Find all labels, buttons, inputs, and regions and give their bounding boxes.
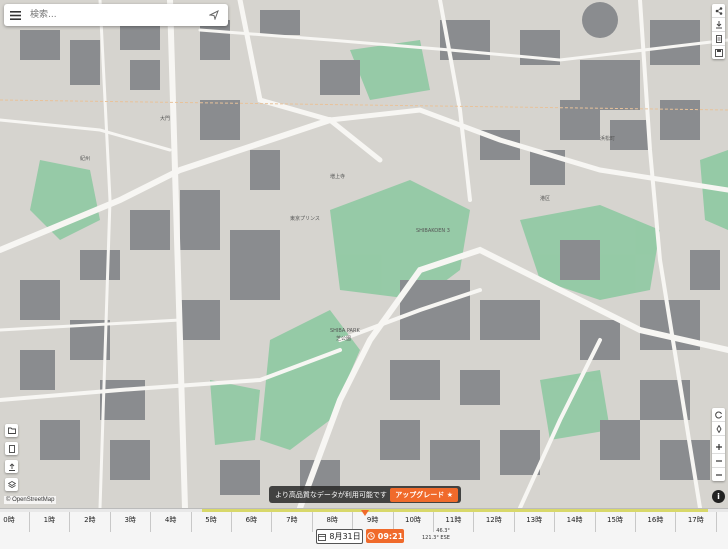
hour-tick xyxy=(109,512,111,532)
hour-tick xyxy=(29,512,30,532)
map-label-hamamatsu: 浜松町 xyxy=(600,135,615,142)
hamburger-icon[interactable] xyxy=(4,4,26,26)
hour-tick xyxy=(271,512,273,532)
hour-label: 5時 xyxy=(205,516,217,524)
hour-tick xyxy=(473,512,475,532)
hour-label: 0時 xyxy=(3,516,15,524)
search-bar[interactable] xyxy=(4,4,228,26)
hour-label: 2時 xyxy=(84,516,96,524)
daylight-bar xyxy=(202,509,708,512)
time-value: 09:21 xyxy=(377,531,404,541)
date-picker[interactable]: 8月31日 xyxy=(316,529,363,544)
hour-tick xyxy=(150,512,152,532)
map-label-shibakoen: SHIBAKOEN 3 xyxy=(416,228,450,234)
map-view[interactable]: SHIBA PARK 芝公園 SHIBAKOEN 3 増上寺 東京プリンス 港区… xyxy=(0,0,728,511)
hour-label: 11時 xyxy=(445,516,462,524)
attribution[interactable]: © OpenStreetMap xyxy=(4,496,57,504)
info-icon[interactable]: i xyxy=(712,490,725,503)
upgrade-button[interactable]: アップグレード ★ xyxy=(390,487,458,502)
send-icon[interactable] xyxy=(204,4,224,26)
current-time-marker[interactable] xyxy=(361,510,369,516)
hour-label: 14時 xyxy=(566,516,583,524)
time-picker[interactable]: 09:21 xyxy=(366,529,404,543)
sun-altitude: 46.3° xyxy=(436,528,450,534)
map-label-kishu: 紀州 xyxy=(80,155,90,162)
map-label-minato: 港区 xyxy=(540,195,550,202)
minus-icon[interactable] xyxy=(712,468,725,481)
map-label-shiba-park-jp: 芝公園 xyxy=(336,335,351,342)
search-input[interactable] xyxy=(26,6,204,24)
share-icon[interactable] xyxy=(5,460,18,473)
hour-tick xyxy=(311,512,313,532)
hour-label: 13時 xyxy=(526,516,543,524)
hour-label: 6時 xyxy=(245,516,258,524)
download-icon[interactable] xyxy=(712,18,725,32)
map-label-otemon: 大門 xyxy=(160,115,170,122)
hour-label: 9時 xyxy=(366,516,379,524)
timeline[interactable]: 0時 1時 2時 3時 4時 5時 6時 7時 8時 9時 10時 11時 12時 13時 14時 15時 16… xyxy=(0,508,728,549)
hour-tick xyxy=(231,512,232,532)
zoom-out-icon[interactable] xyxy=(712,454,725,468)
zoom-in-icon[interactable] xyxy=(712,440,725,454)
hour-label: 17時 xyxy=(687,516,704,524)
banner-message: より高品質なデータが利用可能です xyxy=(275,490,387,499)
hour-tick xyxy=(715,512,717,532)
right-toolbar xyxy=(712,4,725,59)
layers-icon[interactable] xyxy=(5,478,18,491)
calendar-icon xyxy=(318,533,327,541)
document-icon[interactable] xyxy=(712,32,725,46)
save-icon[interactable] xyxy=(712,46,725,59)
clock-icon xyxy=(367,532,375,540)
document-icon[interactable] xyxy=(5,442,18,455)
sun-position: 46.3° 121.3° ESE xyxy=(422,528,450,542)
upgrade-banner: より高品質なデータが利用可能です アップグレード ★ xyxy=(269,486,461,503)
hour-tick xyxy=(69,512,71,532)
hour-label: 1時 xyxy=(43,516,56,524)
compass-icon[interactable] xyxy=(712,422,725,436)
hour-label: 4時 xyxy=(164,516,177,524)
hour-tick xyxy=(554,512,556,532)
hour-label: 8時 xyxy=(326,516,338,524)
sun-azimuth: 121.3° ESE xyxy=(422,535,450,541)
hour-tick xyxy=(190,512,192,532)
hour-label: 3時 xyxy=(124,516,136,524)
hour-label: 15時 xyxy=(607,516,623,524)
hour-tick xyxy=(635,512,636,532)
map-label-shiba-park: SHIBA PARK xyxy=(330,328,360,334)
hour-label: 16時 xyxy=(647,516,664,524)
map-canvas[interactable]: SHIBA PARK 芝公園 SHIBAKOEN 3 増上寺 東京プリンス 港区… xyxy=(0,0,728,511)
hour-label: 7時 xyxy=(286,516,298,524)
hour-tick xyxy=(513,512,515,532)
hour-label: 10時 xyxy=(405,516,421,524)
map-label-zojoji: 増上寺 xyxy=(330,173,345,180)
hour-tick xyxy=(594,512,596,532)
map-label-tokyo-prince: 東京プリンス xyxy=(290,215,320,222)
hour-tick xyxy=(675,512,677,532)
map-controls xyxy=(712,408,725,481)
hour-label: 12時 xyxy=(485,516,502,524)
date-value: 8月31日 xyxy=(329,532,361,541)
rotate-icon[interactable] xyxy=(712,408,725,422)
folder-icon[interactable] xyxy=(5,424,18,437)
share-icon[interactable] xyxy=(712,4,725,18)
